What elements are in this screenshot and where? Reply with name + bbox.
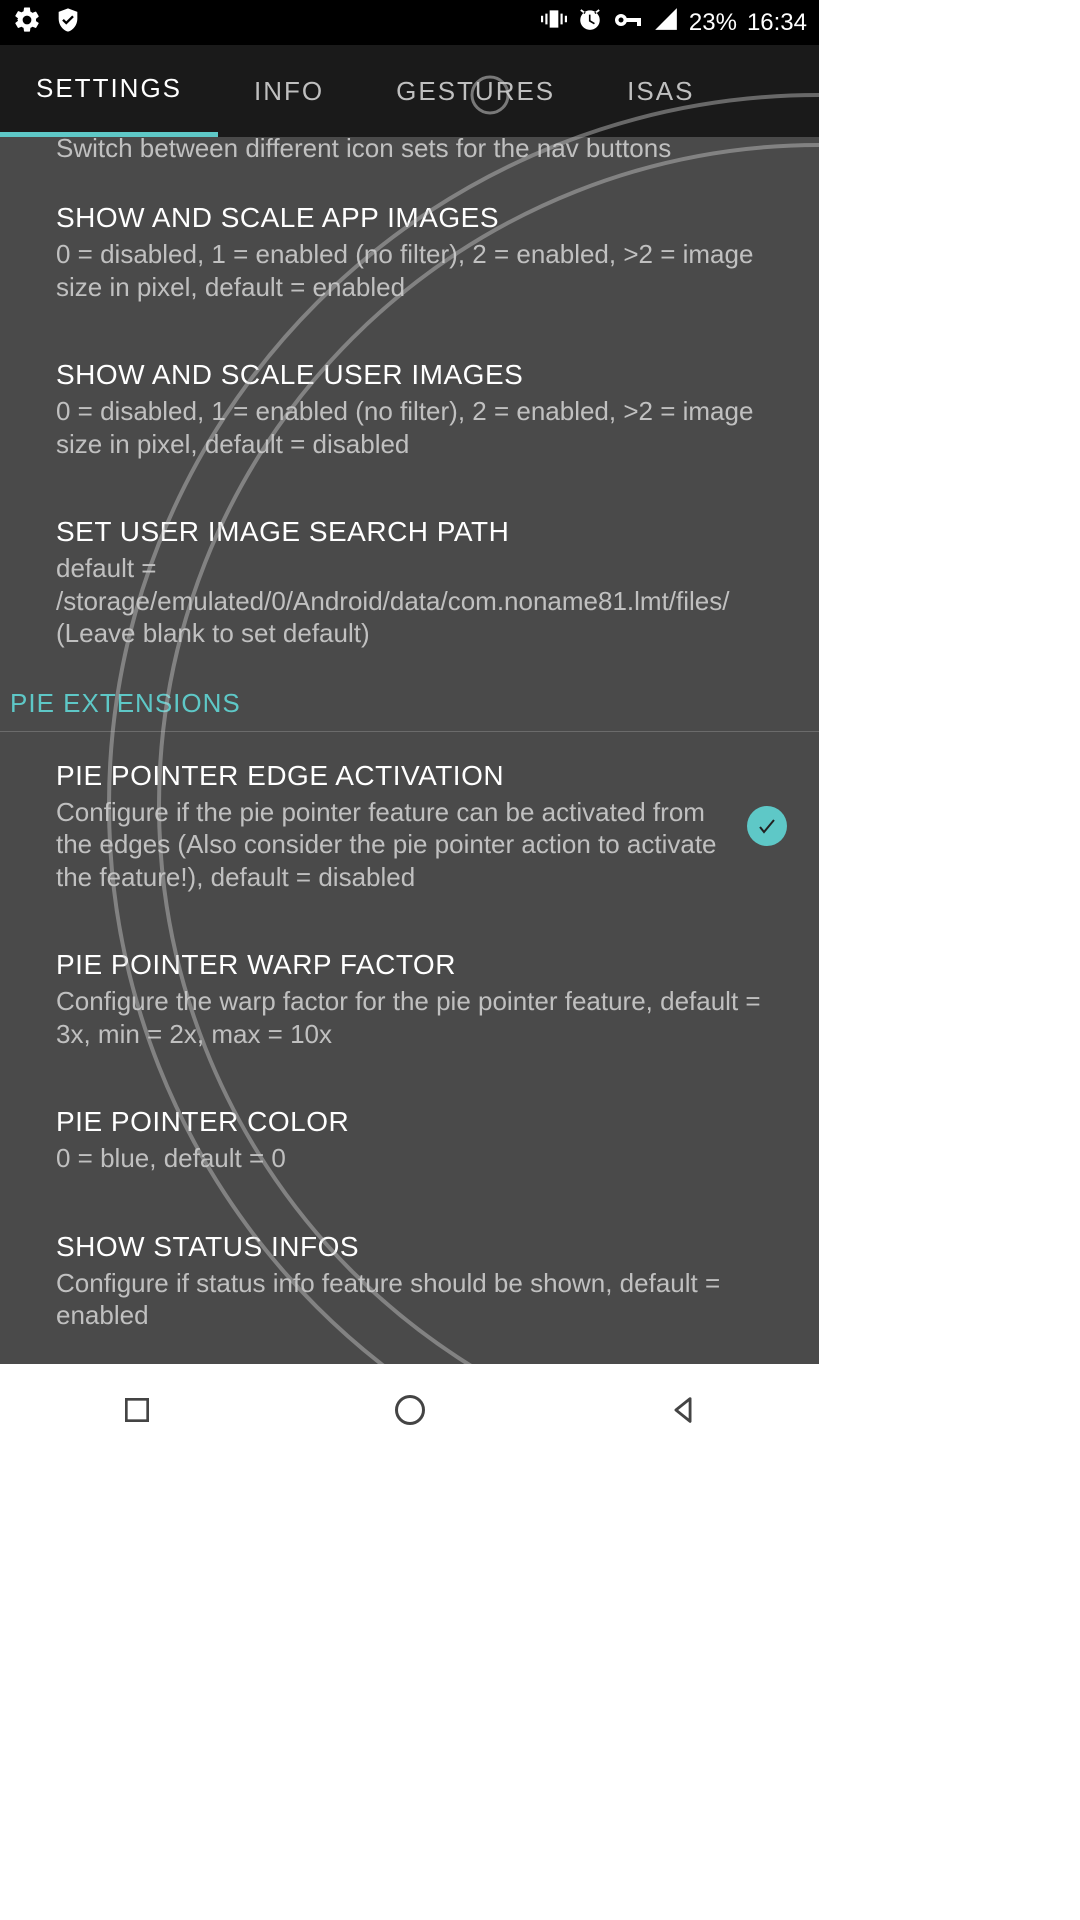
partial-item-subtitle: Switch between different icon sets for t… [0,137,819,174]
gear-icon [12,5,42,40]
tabs: SETTINGS INFO GESTURES ISAS [0,45,819,137]
item-show-scale-app-images[interactable]: SHOW AND SCALE APP IMAGES 0 = disabled, … [0,174,819,331]
item-title: SET USER IMAGE SEARCH PATH [56,516,797,548]
tab-isas[interactable]: ISAS [591,45,730,137]
tab-settings[interactable]: SETTINGS [0,45,218,137]
item-user-image-search-path[interactable]: SET USER IMAGE SEARCH PATH default = /st… [0,488,819,678]
item-show-status-infos[interactable]: SHOW STATUS INFOS Configure if status in… [0,1203,819,1360]
recent-apps-button[interactable] [57,1394,217,1426]
shield-check-icon [54,6,82,39]
alarm-icon [577,6,603,39]
item-pie-status-info-colors[interactable]: PIE STATUS INFO COLORS 0 = white, defaul… [0,1360,819,1365]
nav-bar [0,1364,819,1456]
item-title: PIE POINTER COLOR [56,1106,797,1138]
vibrate-icon [541,6,567,39]
settings-list[interactable]: Switch between different icon sets for t… [0,137,819,1364]
status-bar: 23% 16:34 [0,0,819,45]
item-title: PIE POINTER WARP FACTOR [56,949,797,981]
item-pie-pointer-color[interactable]: PIE POINTER COLOR 0 = blue, default = 0 [0,1078,819,1203]
item-pie-pointer-edge-activation[interactable]: PIE POINTER EDGE ACTIVATION Configure if… [0,732,819,922]
item-subtitle: 0 = blue, default = 0 [56,1142,797,1175]
item-subtitle: 0 = disabled, 1 = enabled (no filter), 2… [56,238,797,303]
item-title: SHOW STATUS INFOS [56,1231,797,1263]
item-show-scale-user-images[interactable]: SHOW AND SCALE USER IMAGES 0 = disabled,… [0,331,819,488]
item-subtitle: 0 = disabled, 1 = enabled (no filter), 2… [56,395,797,460]
checkbox-checked-icon[interactable] [747,806,787,846]
tab-info[interactable]: INFO [218,45,360,137]
back-button[interactable] [603,1393,763,1427]
battery-text: 23% [689,9,737,37]
item-pie-pointer-warp-factor[interactable]: PIE POINTER WARP FACTOR Configure the wa… [0,921,819,1078]
item-subtitle: default = /storage/emulated/0/Android/da… [56,552,797,650]
item-title: SHOW AND SCALE APP IMAGES [56,202,797,234]
item-subtitle: Configure if the pie pointer feature can… [56,796,727,894]
home-button[interactable] [330,1392,490,1428]
status-left [12,5,82,40]
item-subtitle: Configure if status info feature should … [56,1267,797,1332]
clock-text: 16:34 [747,9,807,37]
signal-icon [653,6,679,39]
section-header-pie-extensions: PIE EXTENSIONS [0,678,819,732]
item-subtitle: Configure the warp factor for the pie po… [56,985,797,1050]
item-title: PIE POINTER EDGE ACTIVATION [56,760,727,792]
status-right: 23% 16:34 [541,6,807,39]
vpn-key-icon [613,9,643,37]
item-title: SHOW AND SCALE USER IMAGES [56,359,797,391]
tab-gestures[interactable]: GESTURES [360,45,591,137]
